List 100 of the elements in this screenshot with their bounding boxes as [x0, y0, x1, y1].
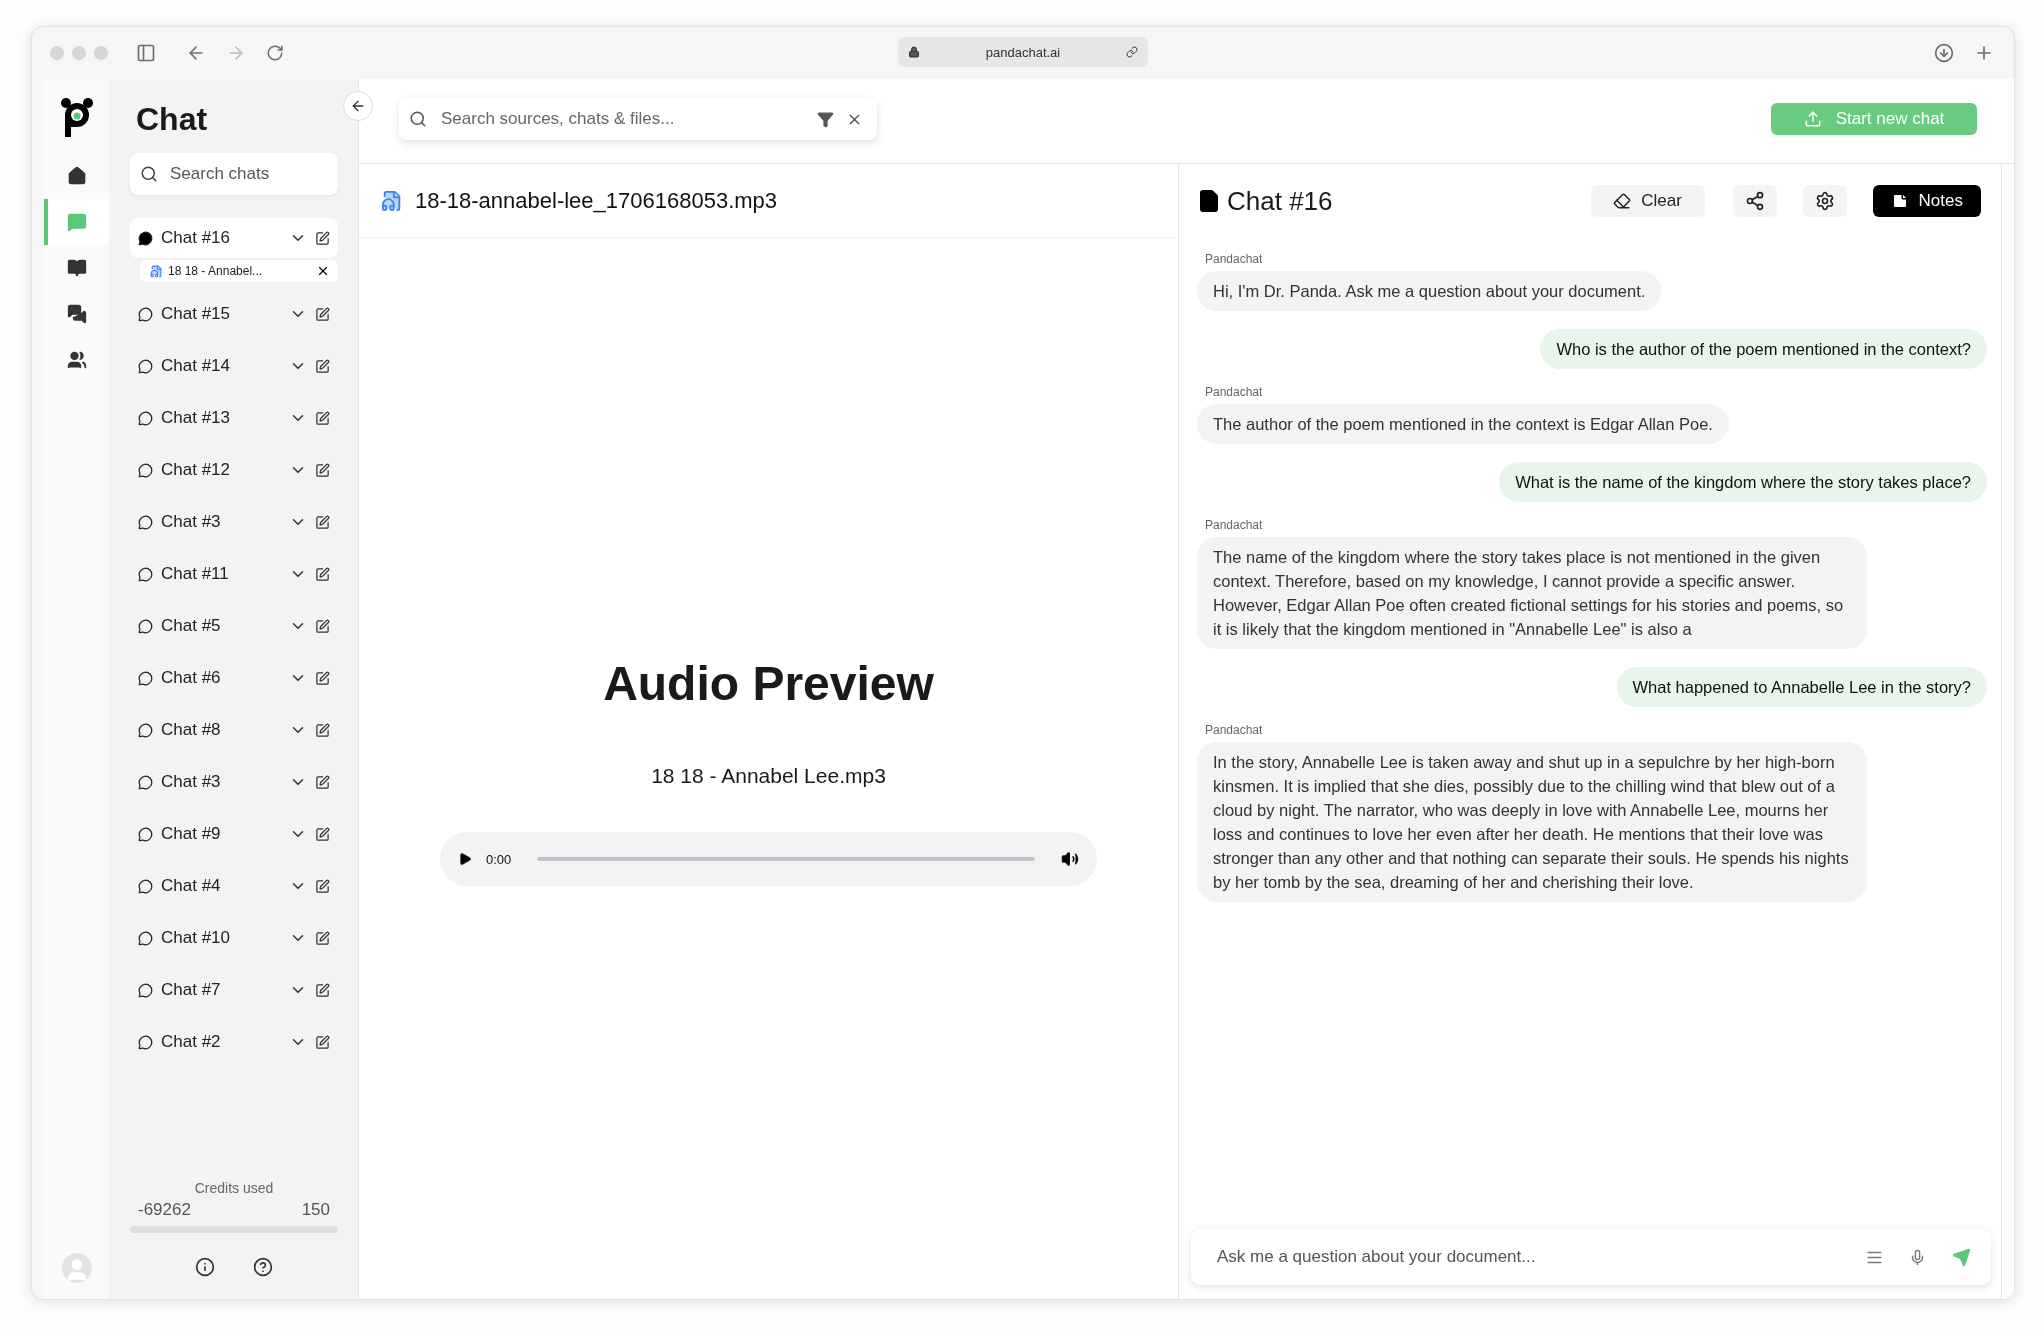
attached-file[interactable]: 18 18 - Annabel...	[140, 260, 338, 282]
chat-item[interactable]: Chat #16	[130, 218, 338, 258]
window-close-dot[interactable]	[50, 46, 64, 60]
download-icon[interactable]	[1934, 43, 1954, 63]
sidebar-toggle-icon[interactable]	[136, 43, 156, 63]
book-icon	[66, 258, 87, 278]
edit-icon[interactable]	[315, 878, 330, 894]
edit-icon[interactable]	[315, 306, 330, 322]
search-chats-input[interactable]: Search chats	[168, 163, 328, 185]
user-message: Who is the author of the poem mentioned in the context?	[1540, 329, 1987, 369]
eraser-icon	[1613, 192, 1632, 210]
lock-icon	[908, 46, 920, 58]
edit-icon[interactable]	[315, 566, 330, 582]
credits-label: Credits used	[193, 1180, 275, 1196]
chat-item[interactable]: Chat #2	[130, 1022, 338, 1062]
sender-label: Pandachat	[1205, 385, 1264, 399]
chat-item[interactable]: Chat #3	[130, 762, 338, 802]
audio-file-icon	[381, 189, 403, 212]
credits-total: 150	[301, 1200, 330, 1220]
chat-item[interactable]: Chat #3	[130, 502, 338, 542]
chat-item[interactable]: Chat #14	[130, 346, 338, 386]
search-input[interactable]: Search sources, chats & files...	[439, 108, 805, 130]
edit-icon[interactable]	[315, 982, 330, 998]
upload-icon	[1803, 110, 1822, 128]
remove-icon[interactable]	[316, 264, 330, 278]
chat-item[interactable]: Chat #8	[130, 710, 338, 750]
bot-message: Hi, I'm Dr. Panda. Ask me a question about your document.	[1197, 271, 1662, 311]
chat-icon	[66, 212, 87, 232]
window-minimize-dot[interactable]	[72, 46, 86, 60]
chat-bubble-icon	[138, 774, 153, 790]
notes-button[interactable]: Notes	[1872, 185, 1981, 217]
chat-item[interactable]: Chat #9	[130, 814, 338, 854]
audio-file-icon	[150, 264, 163, 278]
edit-icon[interactable]	[315, 930, 330, 946]
edit-icon[interactable]	[315, 410, 330, 426]
chat-bubble-icon	[138, 878, 153, 894]
audio-title: 18 18 - Annabel Lee.mp3	[651, 764, 886, 788]
edit-icon[interactable]	[315, 462, 330, 478]
sender-label: Pandachat	[1205, 518, 1264, 532]
user-message: What happened to Annabelle Lee in the story?	[1616, 667, 1987, 707]
share-button[interactable]	[1732, 185, 1777, 217]
edit-icon[interactable]	[315, 618, 330, 634]
chat-item[interactable]: Chat #4	[130, 866, 338, 906]
chat-bubble-icon	[138, 462, 153, 478]
credits-used: -69262	[138, 1200, 191, 1220]
edit-icon[interactable]	[315, 722, 330, 738]
settings-button[interactable]	[1802, 185, 1847, 217]
audio-time: 0:00	[486, 851, 512, 867]
chat-item[interactable]: Chat #5	[130, 606, 338, 646]
filter-icon[interactable]	[817, 110, 834, 128]
chat-bubble-icon	[138, 982, 153, 998]
info-icon[interactable]	[195, 1257, 215, 1277]
document-icon	[1197, 189, 1221, 213]
chat-item[interactable]: Chat #7	[130, 970, 338, 1010]
audio-player[interactable]: 0:00	[440, 832, 1097, 886]
edit-icon[interactable]	[315, 358, 330, 374]
edit-icon[interactable]	[315, 826, 330, 842]
bot-message: The name of the kingdom where the story takes place is not mentioned in the given context. Therefore, based on my knowledge, I cannot provide a specific answer. However, Edgar Allan Poe often created fictional settings for his stories and poems, so it is likely that the kingdom mentioned in "Annabelle Lee" is also a	[1197, 537, 1867, 649]
chat-item[interactable]: Chat #12	[130, 450, 338, 490]
team-icon	[66, 350, 87, 370]
audio-track[interactable]	[537, 857, 1035, 861]
chat-item[interactable]: Chat #10	[130, 918, 338, 958]
help-icon[interactable]	[253, 1257, 273, 1277]
share-icon	[1744, 191, 1765, 211]
chat-item[interactable]: Chat #6	[130, 658, 338, 698]
user-message: What is the name of the kingdom where the story takes place?	[1499, 462, 1987, 502]
search-field[interactable]: Search sources, chats & files...	[399, 98, 877, 140]
microphone-icon[interactable]	[1909, 1248, 1926, 1266]
question-field[interactable]: Ask me a question about your document...	[1191, 1229, 1991, 1285]
edit-icon[interactable]	[315, 774, 330, 790]
conversations-icon	[66, 304, 87, 324]
chat-item[interactable]: Chat #15	[130, 294, 338, 334]
chat-bubble-icon	[138, 930, 153, 946]
reload-icon[interactable]	[266, 44, 284, 62]
chat-item[interactable]: Chat #11	[130, 554, 338, 594]
clear-button[interactable]: Clear	[1590, 185, 1705, 217]
chat-bubble-icon	[138, 566, 153, 582]
page-title: Chat	[136, 103, 209, 135]
window-zoom-dot[interactable]	[94, 46, 108, 60]
search-chats-field[interactable]: Search chats	[130, 153, 338, 195]
chat-bubble-icon	[138, 230, 153, 246]
edit-icon[interactable]	[315, 1034, 330, 1050]
question-input[interactable]: Ask me a question about your document...	[1215, 1246, 1840, 1268]
chat-title: Chat #16	[1227, 185, 1334, 217]
chat-bubble-icon	[138, 826, 153, 842]
link-icon	[1126, 46, 1138, 58]
preview-heading: Audio Preview	[603, 660, 934, 708]
search-icon	[140, 165, 158, 183]
chat-bubble-icon	[138, 722, 153, 738]
chat-bubble-icon	[138, 306, 153, 322]
bot-message: The author of the poem mentioned in the context is Edgar Allan Poe.	[1197, 404, 1729, 444]
chat-item[interactable]: Chat #13	[130, 398, 338, 438]
play-icon[interactable]	[458, 852, 472, 866]
search-icon	[409, 110, 427, 128]
volume-icon[interactable]	[1061, 850, 1079, 868]
edit-icon[interactable]	[315, 514, 330, 530]
edit-icon[interactable]	[315, 230, 330, 246]
address-bar[interactable]: pandachat.ai	[898, 37, 1148, 67]
panda-logo	[59, 97, 94, 139]
edit-icon[interactable]	[315, 670, 330, 686]
